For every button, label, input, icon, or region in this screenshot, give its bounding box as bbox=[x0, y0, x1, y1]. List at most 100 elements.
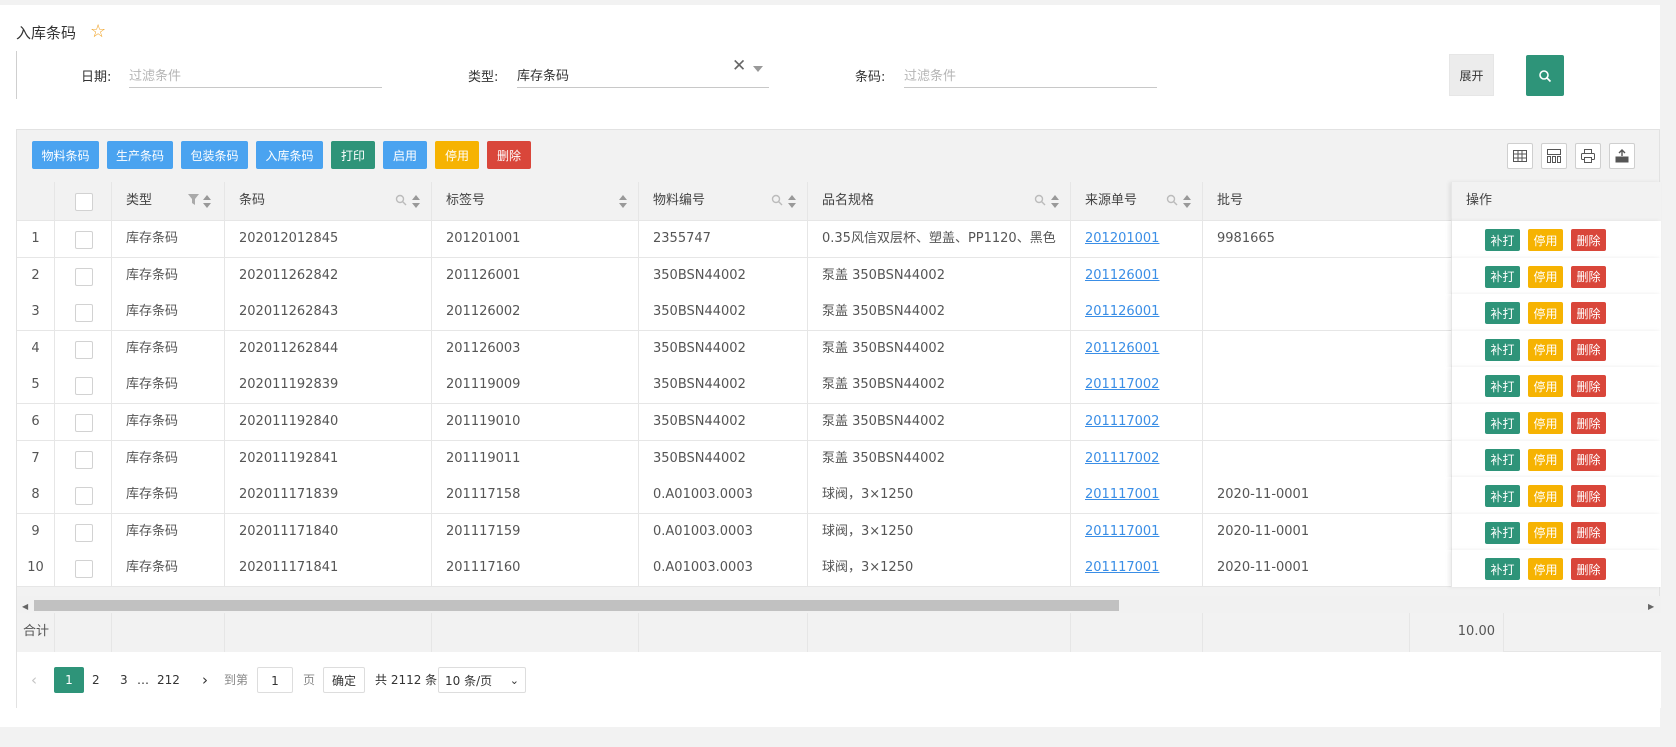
material-barcode-button[interactable]: 物料条码 bbox=[32, 141, 99, 169]
date-filter-input[interactable]: 过滤条件 bbox=[129, 60, 382, 88]
reprint-button[interactable]: 补打 bbox=[1485, 338, 1520, 361]
sort-icon[interactable] bbox=[619, 195, 627, 208]
table-row[interactable]: 1 库存条码 202012012845 201201001 2355747 0.35风信双… bbox=[17, 221, 1661, 258]
reprint-button[interactable]: 补打 bbox=[1485, 521, 1520, 544]
table-row[interactable]: 4 库存条码 202011262844 201126003 350BSN44002 泵盖 … bbox=[17, 330, 1661, 368]
source-order-link[interactable]: 201117002 bbox=[1085, 377, 1159, 392]
prev-page-icon[interactable]: ‹ bbox=[31, 667, 37, 693]
cell-source[interactable]: 201117002 bbox=[1071, 367, 1203, 405]
row-delete-button[interactable]: 删除 bbox=[1571, 448, 1606, 471]
reprint-button[interactable]: 补打 bbox=[1485, 375, 1520, 398]
inbound-barcode-button[interactable]: 入库条码 bbox=[256, 141, 323, 169]
row-checkbox[interactable] bbox=[75, 414, 93, 432]
table-row[interactable]: 7 库存条码 202011192841 201119011 350BSN44002 泵盖 … bbox=[17, 440, 1661, 478]
columns-icon[interactable] bbox=[1541, 143, 1567, 169]
table-row[interactable]: 2 库存条码 202011262842 201126001 350BSN44002 泵盖 … bbox=[17, 257, 1661, 295]
table-row[interactable]: 9 库存条码 202011171840 201117159 0.A01003.0003 球… bbox=[17, 513, 1661, 551]
table-row[interactable]: 5 库存条码 202011192839 201119009 350BSN44002 泵盖 … bbox=[17, 367, 1661, 405]
cell-source[interactable]: 201126001 bbox=[1071, 294, 1203, 332]
row-disable-button[interactable]: 停用 bbox=[1528, 375, 1563, 398]
row-delete-button[interactable]: 删除 bbox=[1571, 302, 1606, 325]
row-disable-button[interactable]: 停用 bbox=[1528, 412, 1563, 434]
reprint-button[interactable]: 补打 bbox=[1485, 229, 1520, 251]
filter-icon[interactable] bbox=[188, 194, 199, 205]
row-checkbox[interactable] bbox=[75, 450, 93, 469]
source-order-link[interactable]: 201117001 bbox=[1085, 524, 1159, 539]
source-order-link[interactable]: 201117002 bbox=[1085, 414, 1159, 429]
row-checkbox[interactable] bbox=[75, 377, 93, 396]
row-delete-button[interactable]: 删除 bbox=[1571, 558, 1606, 581]
column-header-type[interactable]: 类型 bbox=[112, 182, 225, 221]
source-order-link[interactable]: 201126001 bbox=[1085, 268, 1159, 283]
row-delete-button[interactable]: 删除 bbox=[1571, 521, 1606, 544]
column-search-icon[interactable] bbox=[395, 194, 407, 206]
row-checkbox[interactable] bbox=[75, 487, 93, 506]
column-search-icon[interactable] bbox=[1034, 194, 1046, 206]
goto-page-input[interactable]: 1 bbox=[257, 667, 293, 693]
row-disable-button[interactable]: 停用 bbox=[1528, 338, 1563, 361]
row-disable-button[interactable]: 停用 bbox=[1528, 485, 1563, 508]
page-3-button[interactable]: 3 bbox=[120, 667, 128, 693]
print-button[interactable]: 打印 bbox=[331, 141, 375, 169]
horizontal-scrollbar[interactable]: ◀ ▶ bbox=[17, 596, 1661, 613]
source-order-link[interactable]: 201117001 bbox=[1085, 560, 1159, 575]
table-row[interactable]: 10 库存条码 202011171841 201117160 0.A01003.0003… bbox=[17, 550, 1661, 588]
table-view-icon[interactable] bbox=[1507, 143, 1533, 169]
row-checkbox[interactable] bbox=[75, 523, 93, 542]
column-search-icon[interactable] bbox=[771, 194, 783, 206]
column-header-code[interactable]: 条码 bbox=[225, 182, 432, 221]
cell-source[interactable]: 201126001 bbox=[1071, 330, 1203, 368]
column-header-source[interactable]: 来源单号 bbox=[1071, 182, 1203, 221]
cell-source[interactable]: 201117002 bbox=[1071, 440, 1203, 478]
table-row[interactable]: 6 库存条码 202011192840 201119010 350BSN44002 泵盖 … bbox=[17, 404, 1661, 441]
row-delete-button[interactable]: 删除 bbox=[1571, 338, 1606, 361]
enable-button[interactable]: 启用 bbox=[383, 141, 427, 169]
scroll-right-icon[interactable]: ▶ bbox=[1648, 602, 1654, 611]
reprint-button[interactable]: 补打 bbox=[1485, 265, 1520, 288]
source-order-link[interactable]: 201126001 bbox=[1085, 304, 1159, 319]
row-checkbox[interactable] bbox=[75, 560, 93, 579]
source-order-link[interactable]: 201126001 bbox=[1085, 341, 1159, 356]
star-icon[interactable]: ☆ bbox=[90, 23, 106, 41]
page-1-button[interactable]: 1 bbox=[54, 667, 84, 693]
disable-button[interactable]: 停用 bbox=[435, 141, 479, 169]
row-disable-button[interactable]: 停用 bbox=[1528, 229, 1563, 251]
scroll-left-icon[interactable]: ◀ bbox=[22, 602, 28, 611]
last-page-button[interactable]: 212 bbox=[157, 667, 180, 693]
row-delete-button[interactable]: 删除 bbox=[1571, 229, 1606, 251]
select-all-checkbox[interactable] bbox=[75, 193, 93, 211]
chevron-down-icon[interactable] bbox=[753, 66, 763, 72]
row-delete-button[interactable]: 删除 bbox=[1571, 375, 1606, 398]
sort-icon[interactable] bbox=[788, 195, 796, 208]
print-icon[interactable] bbox=[1575, 143, 1601, 169]
expand-button[interactable]: 展开 bbox=[1449, 54, 1494, 96]
cell-source[interactable]: 201117001 bbox=[1071, 550, 1203, 588]
cell-source[interactable]: 201201001 bbox=[1071, 221, 1203, 258]
next-page-icon[interactable]: › bbox=[202, 667, 208, 693]
sort-icon[interactable] bbox=[1051, 195, 1059, 208]
production-barcode-button[interactable]: 生产条码 bbox=[107, 141, 173, 169]
cell-source[interactable]: 201117002 bbox=[1071, 404, 1203, 441]
column-header-material[interactable]: 物料编号 bbox=[639, 182, 808, 221]
column-header-label-no[interactable]: 标签号 bbox=[432, 182, 639, 221]
page-size-select[interactable]: 10 条/页 ⌄ bbox=[438, 667, 526, 693]
source-order-link[interactable]: 201201001 bbox=[1085, 231, 1159, 246]
package-barcode-button[interactable]: 包装条码 bbox=[181, 141, 248, 169]
scrollbar-thumb[interactable] bbox=[34, 600, 1119, 611]
reprint-button[interactable]: 补打 bbox=[1485, 485, 1520, 508]
reprint-button[interactable]: 补打 bbox=[1485, 448, 1520, 471]
row-disable-button[interactable]: 停用 bbox=[1528, 521, 1563, 544]
code-filter-input[interactable]: 过滤条件 bbox=[904, 60, 1157, 88]
column-header-name-spec[interactable]: 品名规格 bbox=[808, 182, 1071, 221]
clear-icon[interactable]: ✕ bbox=[732, 56, 746, 76]
page-2-button[interactable]: 2 bbox=[92, 667, 100, 693]
row-delete-button[interactable]: 删除 bbox=[1571, 412, 1606, 434]
row-disable-button[interactable]: 停用 bbox=[1528, 265, 1563, 288]
row-delete-button[interactable]: 删除 bbox=[1571, 485, 1606, 508]
export-icon[interactable] bbox=[1609, 143, 1635, 169]
cell-source[interactable]: 201126001 bbox=[1071, 257, 1203, 295]
row-checkbox[interactable] bbox=[75, 304, 93, 323]
source-order-link[interactable]: 201117001 bbox=[1085, 487, 1159, 502]
reprint-button[interactable]: 补打 bbox=[1485, 302, 1520, 325]
table-row[interactable]: 8 库存条码 202011171839 201117158 0.A01003.0003 球… bbox=[17, 477, 1661, 515]
